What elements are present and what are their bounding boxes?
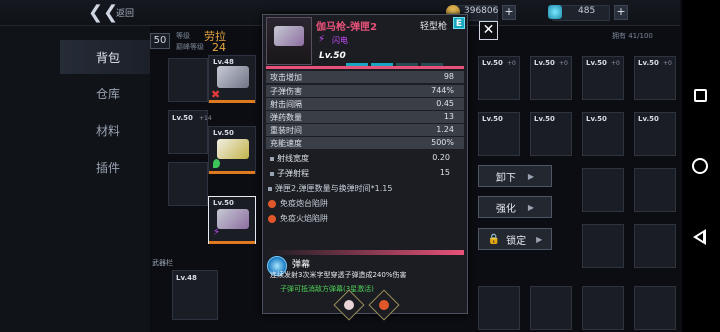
tab-warehouse[interactable]: 仓库 — [60, 76, 150, 110]
equip-slot[interactable] — [168, 58, 208, 102]
weapon-name: 伽马枪-弹匣2 — [316, 22, 378, 33]
close-button[interactable]: ✕ — [479, 21, 498, 40]
inventory-slot[interactable]: Lv.50 — [530, 112, 572, 156]
tab-backpack-label: 背包 — [96, 50, 121, 65]
loadout-slot-1[interactable]: Lv.48 ✖ — [208, 55, 256, 103]
skill-divider — [266, 250, 464, 255]
inventory-slot[interactable] — [530, 286, 572, 330]
stat-row: 子弹伤害 744% — [266, 85, 464, 97]
enhance-label: 强化 — [495, 203, 516, 215]
tab-plugins-label: 插件 — [96, 160, 121, 175]
slot-level: Lv.48 — [213, 58, 234, 66]
home-icon[interactable] — [692, 158, 708, 174]
slot-level: Lv.50 — [213, 129, 234, 137]
weapon-image — [217, 209, 249, 229]
extra-stat-row: 子弹射程 15 — [266, 167, 464, 179]
enhance-button[interactable]: 强化 ▶ — [478, 196, 552, 218]
stat-row: 射击间隔 0.45 — [266, 98, 464, 110]
rarity-stripe — [266, 66, 464, 69]
skill-description: 连续发射3次米字型穿透子弹造成240%伤害 — [270, 271, 407, 279]
inventory-slot[interactable]: Lv.50 — [634, 112, 676, 156]
tab-backpack[interactable]: 背包 — [60, 40, 150, 74]
immunity-row: 免疫火焰陷阱 — [268, 213, 328, 224]
inventory-slot[interactable] — [582, 168, 624, 212]
grade-badge: E — [453, 17, 465, 29]
back-arrow-icon[interactable]: ❮❮ — [88, 4, 118, 22]
weapon-slot-label: 武器栏 — [152, 259, 173, 267]
add-gems-button[interactable]: + — [614, 5, 628, 20]
weapon-image — [274, 26, 304, 46]
equip-slot[interactable] — [168, 162, 208, 206]
element-label: 闪电 — [332, 36, 348, 45]
inventory-slot[interactable] — [478, 286, 520, 330]
inventory-slot[interactable]: Lv.50 +0 — [634, 56, 676, 100]
chevron-right-icon: ▶ — [527, 202, 535, 212]
coin-value: 396806 — [464, 6, 499, 16]
effect-note: 弹匣2,弹匣数量与换弹时间*1.15 — [268, 183, 392, 194]
inventory-slot[interactable]: Lv.50 +0 — [478, 56, 520, 100]
tab-materials-label: 材料 — [96, 123, 121, 138]
power-value: 24 — [212, 41, 226, 54]
trap-icon — [268, 199, 276, 208]
chevron-right-icon: ▶ — [527, 171, 535, 181]
inventory-slot[interactable] — [634, 168, 676, 212]
weapon-thumbnail — [266, 17, 312, 65]
weapon-level: Lv.50 — [319, 51, 346, 61]
stat-row: 充能速度 500% — [266, 137, 464, 149]
lock-icon: 🔒 — [487, 233, 501, 245]
unequip-button[interactable]: 卸下 ▶ — [478, 165, 552, 187]
inventory-slot[interactable]: Lv.50 — [582, 112, 624, 156]
skill-note: 子弹可抵消敌方弹幕(3星激活) — [280, 285, 374, 293]
tab-materials[interactable]: 材料 — [60, 113, 150, 147]
extra-stat-row: 射线宽度 0.20 — [266, 152, 464, 164]
back-icon-inner — [697, 233, 703, 241]
stat-row: 重装时间 1.24 — [266, 124, 464, 136]
back-label[interactable]: 返回 — [116, 6, 134, 19]
rarity-stripe — [209, 241, 255, 244]
fire-trap-icon — [268, 214, 276, 223]
lock-button[interactable]: 🔒 锁定 ▶ — [478, 228, 552, 250]
lock-label: 锁定 — [506, 235, 527, 247]
slot-level: Lv.50 — [213, 199, 234, 207]
rarity-stripe — [209, 100, 255, 103]
skill-title: 弹幕 — [292, 260, 311, 270]
inventory-slot[interactable] — [582, 286, 624, 330]
add-coins-button[interactable]: + — [502, 5, 516, 20]
recent-apps-icon[interactable] — [694, 89, 707, 102]
gem-icon — [548, 5, 562, 19]
inventory-slot[interactable]: Lv.50 +0 — [582, 56, 624, 100]
inventory-slot[interactable] — [634, 286, 676, 330]
slot-level: Lv.48 — [176, 274, 197, 282]
unequip-label: 卸下 — [495, 172, 516, 184]
player-level: 50 — [150, 33, 170, 49]
lightning-icon: ⚡ — [213, 227, 221, 238]
poison-icon — [213, 159, 220, 168]
tab-warehouse-label: 仓库 — [96, 86, 121, 101]
rarity-stripe — [209, 171, 255, 174]
weapon-type: 轻型枪 — [420, 22, 448, 32]
fire-icon — [379, 300, 389, 310]
capacity-label: 拥有 41/100 — [612, 32, 653, 40]
trap-icon — [344, 300, 354, 310]
loadout-slot-3[interactable]: Lv.50 ⚡ — [208, 196, 256, 244]
weapon-image — [217, 139, 249, 159]
tab-plugins[interactable]: 插件 — [60, 150, 150, 184]
stat-row: 弹药数量 13 — [266, 111, 464, 123]
weapon-slot[interactable]: Lv.48 — [172, 270, 218, 320]
immunity-row: 免疫炮台陷阱 — [268, 198, 328, 209]
lightning-icon: ⚡ — [318, 34, 326, 45]
chevron-right-icon: ▶ — [536, 234, 543, 244]
inventory-slot[interactable] — [582, 224, 624, 268]
inventory-slot[interactable] — [634, 224, 676, 268]
inventory-slot[interactable]: Lv.50 +0 — [530, 56, 572, 100]
weapon-image — [217, 66, 249, 88]
gem-value: 485 — [578, 6, 596, 16]
power-label: 巅峰等级 — [176, 43, 204, 51]
inventory-slot[interactable]: Lv.50 — [478, 112, 520, 156]
loadout-slot-2[interactable]: Lv.50 — [208, 126, 256, 174]
stat-row: 攻击增加 98 — [266, 71, 464, 83]
grade-label: 等级 — [176, 32, 190, 40]
equip-slot[interactable]: Lv.50 +14 — [168, 110, 212, 154]
